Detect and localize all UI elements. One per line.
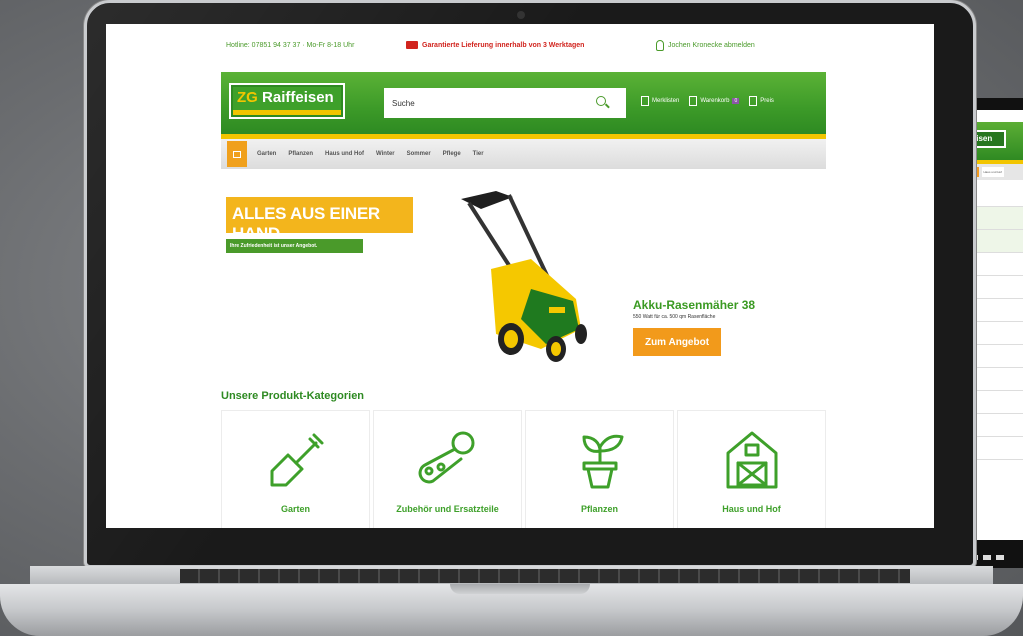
wishlist-link[interactable]: Merklisten bbox=[641, 96, 679, 106]
product-title[interactable]: Akku-Rasenmäher 38 bbox=[633, 298, 755, 312]
header-links: Merklisten Warenkorb 0 Preis bbox=[641, 96, 774, 106]
keyboard bbox=[180, 569, 910, 583]
categories-heading: Unsere Produkt-Kategorien bbox=[221, 390, 365, 402]
laptop-screen: Hotline: 07851 94 37 37 · Mo-Fr 8-18 Uhr… bbox=[106, 24, 934, 528]
category-pflanzen[interactable]: Pflanzen bbox=[525, 410, 674, 528]
camera-icon bbox=[517, 11, 525, 19]
nav-item-winter[interactable]: Winter bbox=[376, 151, 395, 157]
laptop-front bbox=[0, 584, 1023, 636]
nav-item-garten[interactable]: Garten bbox=[257, 151, 276, 157]
plant-icon bbox=[582, 434, 623, 489]
wrench-icon bbox=[418, 431, 474, 484]
offer-button[interactable]: Zum Angebot bbox=[633, 328, 721, 356]
category-haus-und-hof[interactable]: Haus und Hof bbox=[677, 410, 826, 528]
logo-prefix: ZG bbox=[237, 89, 258, 106]
nav-item-tier[interactable]: Tier bbox=[473, 151, 484, 157]
category-zubehoer[interactable]: Zubehör und Ersatzteile bbox=[373, 410, 522, 528]
category-label: Pflanzen bbox=[580, 504, 618, 514]
category-label: Zubehör und Ersatzteile bbox=[396, 504, 499, 514]
price-toggle[interactable]: Preis bbox=[749, 96, 774, 106]
logout-link[interactable]: Jochen Kronecke abmelden bbox=[656, 39, 755, 51]
hero-headline: ALLES AUS EINER HAND bbox=[226, 197, 413, 243]
top-bar: Hotline: 07851 94 37 37 · Mo-Fr 8-18 Uhr… bbox=[106, 24, 934, 66]
laptop-hinge bbox=[30, 566, 993, 584]
laptop-base bbox=[0, 566, 1023, 636]
logout-text: Jochen Kronecke abmelden bbox=[668, 41, 755, 49]
logo-text: ZG Raiffeisen bbox=[237, 89, 334, 106]
nav-item-haus-und-hof[interactable]: Haus und Hof bbox=[325, 151, 364, 157]
eye-icon bbox=[749, 96, 758, 106]
search-placeholder: Suche bbox=[392, 98, 415, 108]
secondary-tab-haus[interactable]: Haus und Hof bbox=[981, 167, 1004, 177]
product-description: 550 Watt für ca. 500 qm Rasenfläche bbox=[633, 314, 716, 320]
logo-name: Raiffeisen bbox=[262, 89, 334, 106]
category-label: Haus und Hof bbox=[722, 504, 781, 514]
cart-count-badge: 0 bbox=[732, 98, 740, 104]
barn-icon bbox=[726, 431, 777, 489]
cart-link[interactable]: Warenkorb 0 bbox=[689, 96, 740, 106]
nav-item-sommer[interactable]: Sommer bbox=[407, 151, 431, 157]
site-header: ZG Raiffeisen Suche Merklisten Warenkorb… bbox=[221, 72, 826, 134]
hero-subline: Ihre Zufriedenheit ist unser Angebot. bbox=[226, 239, 363, 253]
category-label: Garten bbox=[280, 504, 310, 514]
category-grid: Garten Zubehör und Ersatzteile Pflanzen bbox=[221, 410, 826, 528]
site-logo[interactable]: ZG Raiffeisen bbox=[229, 83, 345, 119]
hotline-text: Hotline: 07851 94 37 37 · Mo-Fr 8-18 Uhr bbox=[226, 41, 355, 49]
cart-label: Warenkorb bbox=[700, 98, 730, 104]
shovel-icon bbox=[270, 433, 323, 487]
lawnmower-image[interactable] bbox=[451, 189, 591, 364]
delivery-notice: Garantierte Lieferung innerhalb von 3 We… bbox=[406, 41, 656, 49]
price-label: Preis bbox=[760, 98, 774, 104]
user-icon bbox=[656, 39, 664, 51]
cart-icon bbox=[689, 96, 698, 106]
search-input[interactable]: Suche bbox=[384, 88, 626, 118]
home-button[interactable] bbox=[227, 141, 247, 167]
nav-item-pflanzen[interactable]: Pflanzen bbox=[288, 151, 313, 157]
wishlist-label: Merklisten bbox=[652, 98, 680, 104]
main-nav: Garten Pflanzen Haus und Hof Winter Somm… bbox=[221, 139, 826, 169]
laptop-notch bbox=[450, 584, 590, 594]
delivery-text: Garantierte Lieferung innerhalb von 3 We… bbox=[422, 41, 585, 49]
home-icon bbox=[233, 150, 241, 158]
document-icon bbox=[641, 96, 649, 106]
truck-icon bbox=[406, 41, 418, 49]
category-garten[interactable]: Garten bbox=[221, 410, 370, 528]
nav-item-pflege[interactable]: Pflege bbox=[443, 151, 461, 157]
search-icon[interactable] bbox=[596, 96, 606, 106]
